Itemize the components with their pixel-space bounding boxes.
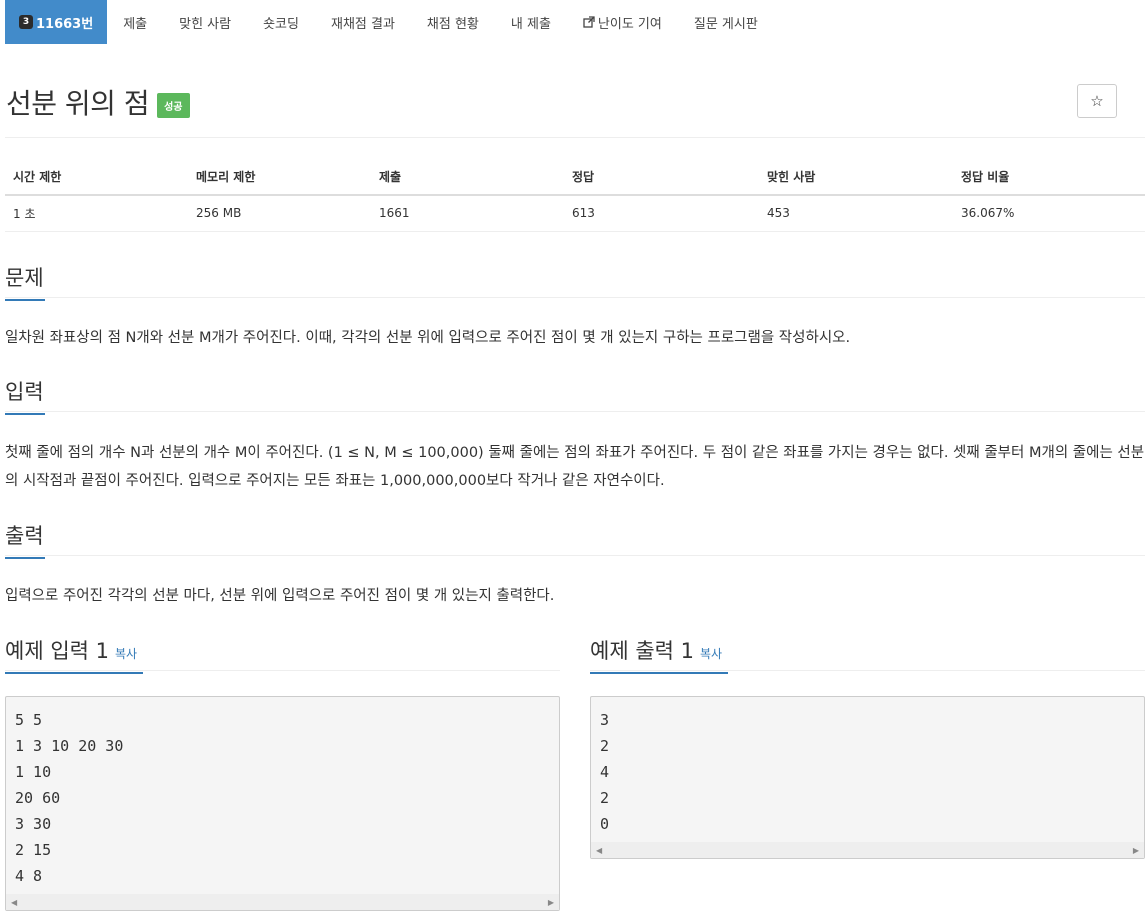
value-accepted: 613 (564, 195, 759, 232)
header-accepted: 정답 (564, 160, 759, 196)
value-accept-ratio: 36.067% (953, 195, 1145, 232)
horizontal-scrollbar[interactable]: ◀ ▶ (6, 894, 559, 910)
section-divider (5, 670, 560, 671)
header-solved-users: 맞힌 사람 (759, 160, 953, 196)
section-divider (590, 670, 1145, 671)
input-description: 첫째 줄에 점의 개수 N과 선분의 개수 M이 주어진다. (1 ≤ N, M… (5, 445, 1145, 489)
scroll-left-icon[interactable]: ◀ (11, 898, 17, 907)
sample-output-title: 예제 출력 1 (590, 639, 694, 663)
section-problem-heading: 문제 (5, 262, 45, 301)
output-description: 입력으로 주어진 각각의 선분 마다, 선분 위에 입력으로 주어진 점이 몇 … (5, 588, 555, 604)
section-underline (590, 672, 728, 674)
sample-input-content: 5 5 1 3 10 20 30 1 10 20 60 3 30 2 15 4 … (15, 711, 124, 885)
header-accept-ratio: 정답 비율 (953, 160, 1145, 196)
sample-output-heading: 예제 출력 1 복사 (590, 635, 728, 674)
title-row: 선분 위의 점 성공 (6, 82, 190, 122)
scroll-right-icon[interactable]: ▶ (548, 898, 554, 907)
horizontal-scrollbar[interactable]: ◀ ▶ (591, 842, 1144, 858)
sample-input-title: 예제 입력 1 (5, 639, 109, 663)
tab-submit[interactable]: 제출 (107, 0, 163, 44)
tab-question-board[interactable]: 질문 게시판 (678, 0, 774, 44)
tier-badge-icon: 3 (19, 15, 33, 29)
section-divider (5, 297, 1145, 298)
section-output-title: 출력 (5, 524, 44, 548)
tab-judge-status[interactable]: 채점 현황 (411, 0, 495, 44)
problem-info-table: 시간 제한 메모리 제한 제출 정답 맞힌 사람 정답 비율 1 초 256 M… (5, 160, 1145, 232)
scroll-right-icon[interactable]: ▶ (1133, 846, 1139, 855)
section-underline (5, 557, 45, 559)
header-memory-limit: 메모리 제한 (188, 160, 371, 196)
section-underline (5, 413, 45, 415)
section-underline (5, 299, 45, 301)
info-header-row: 시간 제한 메모리 제한 제출 정답 맞힌 사람 정답 비율 (5, 160, 1145, 196)
status-badge: 성공 (157, 92, 190, 118)
copy-sample-output-link[interactable]: 복사 (700, 647, 722, 661)
value-submissions: 1661 (371, 195, 564, 232)
favorite-star-button[interactable]: ☆ (1077, 84, 1117, 118)
info-value-row: 1 초 256 MB 1661 613 453 36.067% (5, 195, 1145, 232)
tab-my-submissions[interactable]: 내 제출 (495, 0, 567, 44)
tab-problem-label: 11663번 (36, 16, 94, 32)
sample-output-content: 3 2 4 2 0 (600, 711, 610, 833)
header-time-limit: 시간 제한 (5, 160, 188, 196)
tab-rejudge-results[interactable]: 재채점 결과 (315, 0, 411, 44)
section-problem-title: 문제 (5, 266, 44, 290)
header-submissions: 제출 (371, 160, 564, 196)
external-link-icon (583, 16, 595, 28)
tab-difficulty-contribution[interactable]: 난이도 기여 (567, 0, 678, 44)
page-title: 선분 위의 점 (6, 87, 150, 120)
tab-short-coding[interactable]: 숏코딩 (247, 0, 315, 44)
sample-input-heading: 예제 입력 1 복사 (5, 635, 143, 674)
sample-input-box[interactable]: 5 5 1 3 10 20 30 1 10 20 60 3 30 2 15 4 … (5, 696, 560, 911)
value-solved-users: 453 (759, 195, 953, 232)
section-divider (5, 411, 1145, 412)
copy-sample-input-link[interactable]: 복사 (115, 647, 137, 661)
problem-nav: 3 11663번 제출 맞힌 사람 숏코딩 재채점 결과 채점 현황 내 제출 … (5, 0, 774, 44)
section-output-heading: 출력 (5, 520, 45, 559)
section-underline (5, 672, 143, 674)
sample-output-box[interactable]: 3 2 4 2 0 ◀ ▶ (590, 696, 1145, 859)
tab-difficulty-label: 난이도 기여 (597, 16, 662, 32)
tab-problem[interactable]: 3 11663번 (5, 0, 108, 44)
section-input-title: 입력 (5, 380, 44, 404)
title-divider (5, 137, 1145, 138)
scroll-left-icon[interactable]: ◀ (596, 846, 602, 855)
problem-description: 일차원 좌표상의 점 N개와 선분 M개가 주어진다. 이때, 각각의 선분 위… (5, 330, 851, 346)
section-input-heading: 입력 (5, 376, 45, 415)
value-time-limit: 1 초 (5, 195, 188, 232)
star-icon: ☆ (1090, 92, 1104, 110)
tab-solved-users[interactable]: 맞힌 사람 (163, 0, 247, 44)
section-divider (5, 555, 1145, 556)
value-memory-limit: 256 MB (188, 195, 371, 232)
